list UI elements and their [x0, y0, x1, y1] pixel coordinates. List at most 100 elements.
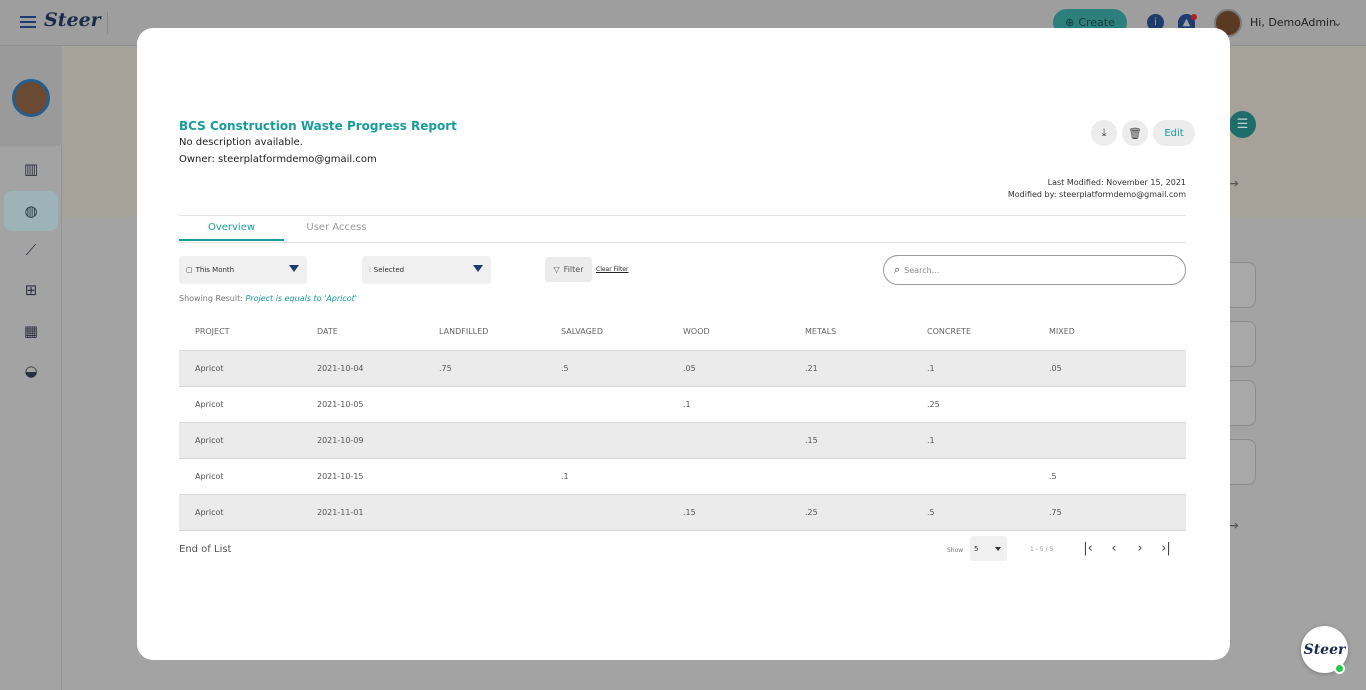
- download-icon: ⤓: [1101, 126, 1107, 139]
- showing-result-condition: Project is equals to 'Apricot': [245, 294, 358, 303]
- background-card: [1228, 439, 1256, 485]
- table-row[interactable]: Apricot 2021-11-01 .15 .25 .5 .75: [179, 495, 1186, 531]
- chevron-down-icon[interactable]: ⌄: [1333, 16, 1342, 29]
- table-cell: .21: [805, 364, 818, 373]
- alert-settings-icon[interactable]: ◒: [4, 351, 58, 391]
- chat-launcher-label: Steer: [1303, 641, 1346, 658]
- data-table: PROJECT DATE LANDFILLED SALVAGED WOOD ME…: [179, 313, 1186, 531]
- list-view-icon[interactable]: ☰: [1229, 111, 1256, 138]
- divider: [179, 215, 1186, 216]
- page-range: 1 - 5 / 5: [1030, 546, 1054, 553]
- table-cell: Apricot: [195, 364, 224, 373]
- first-page-icon[interactable]: |‹: [1080, 541, 1096, 556]
- page-size-label: Show: [947, 547, 964, 554]
- page-size-select[interactable]: 5: [970, 536, 1007, 561]
- active-tab-indicator: [179, 239, 284, 241]
- table-row[interactable]: Apricot 2021-10-04 .75 .5 .05 .21 .1 .05: [179, 351, 1186, 387]
- download-button[interactable]: ⤓: [1091, 120, 1117, 146]
- divider: [179, 242, 1186, 243]
- report-owner: Owner: steerplatformdemo@gmail.com: [179, 154, 377, 165]
- table-row[interactable]: Apricot 2021-10-15 .1 .5: [179, 459, 1186, 495]
- table-cell: .1: [927, 436, 935, 445]
- tab-user-access[interactable]: User Access: [284, 222, 389, 233]
- clear-filter-link[interactable]: Clear Filter: [596, 266, 628, 273]
- column-header[interactable]: DATE: [301, 327, 423, 336]
- table-cell: .1: [683, 400, 691, 409]
- globe-settings-icon[interactable]: ◍: [4, 191, 58, 231]
- library-icon[interactable]: ▥: [4, 149, 58, 189]
- online-status-dot: [1334, 663, 1345, 674]
- table-cell: .75: [439, 364, 452, 373]
- sliders-icon: ⫶: [369, 265, 371, 274]
- dashboard-icon[interactable]: ▦: [4, 311, 58, 351]
- table-cell: .25: [805, 508, 818, 517]
- table-cell: 2021-10-15: [317, 472, 364, 481]
- sidebar: ▥ ◍ ⟋ ⊞ ▦ ◒: [0, 46, 62, 690]
- table-cell: .5: [1049, 472, 1057, 481]
- sidebar-avatar[interactable]: [12, 79, 50, 117]
- column-header[interactable]: LANDFILLED: [423, 327, 545, 336]
- table-cell: .1: [927, 364, 935, 373]
- delete-button[interactable]: 🗑: [1122, 120, 1148, 146]
- table-row[interactable]: Apricot 2021-10-05 .1 .25: [179, 387, 1186, 423]
- last-page-icon[interactable]: ›|: [1158, 541, 1174, 556]
- notification-dot: [1191, 14, 1197, 20]
- report-title: BCS Construction Waste Progress Report: [179, 119, 457, 133]
- table-cell: .25: [927, 400, 940, 409]
- tab-overview[interactable]: Overview: [179, 222, 284, 233]
- hierarchy-icon[interactable]: ⊞: [4, 270, 58, 310]
- table-cell: .75: [1049, 508, 1062, 517]
- column-header[interactable]: WOOD: [667, 327, 789, 336]
- column-header[interactable]: PROJECT: [179, 327, 301, 336]
- table-cell: .1: [561, 472, 569, 481]
- background-card: [1228, 321, 1256, 367]
- brand-logo: Steer: [44, 9, 101, 31]
- period-select-value: This Month: [195, 266, 235, 274]
- search-input[interactable]: [904, 265, 1165, 275]
- column-header[interactable]: MIXED: [1033, 327, 1155, 336]
- table-cell: .5: [561, 364, 569, 373]
- funnel-icon: ▽: [553, 265, 560, 274]
- table-cell: .5: [927, 508, 935, 517]
- table-cell: Apricot: [195, 400, 224, 409]
- end-of-list-label: End of List: [179, 544, 232, 555]
- modified-by: Modified by: steerplatformdemo@gmail.com: [1007, 190, 1186, 199]
- table-cell: 2021-10-04: [317, 364, 364, 373]
- table-cell: Apricot: [195, 508, 224, 517]
- previous-page-icon[interactable]: ‹: [1106, 541, 1122, 556]
- showing-result-prefix: Showing Result:: [179, 294, 243, 303]
- user-greeting: Hi, DemoAdmin: [1250, 16, 1337, 29]
- next-page-icon[interactable]: ›: [1132, 541, 1148, 556]
- column-header[interactable]: METALS: [789, 327, 911, 336]
- table-row[interactable]: Apricot 2021-10-09 .15 .1: [179, 423, 1186, 459]
- period-select[interactable]: ▢ This Month: [179, 256, 307, 284]
- modified-info: Last Modified: November 15, 2021 Modifie…: [1008, 177, 1186, 201]
- table-cell: 2021-10-09: [317, 436, 364, 445]
- brand-divider: [107, 12, 108, 34]
- table-cell: .15: [805, 436, 818, 445]
- chart-trend-icon[interactable]: ⟋: [4, 230, 58, 270]
- table-cell: Apricot: [195, 436, 224, 445]
- column-header[interactable]: CONCRETE: [911, 327, 1033, 336]
- background-card: [1228, 262, 1256, 308]
- table-cell: .15: [683, 508, 696, 517]
- columns-select[interactable]: ⫶ Selected: [362, 256, 491, 284]
- table-cell: .05: [683, 364, 696, 373]
- report-description: No description available.: [179, 137, 303, 148]
- filter-button[interactable]: ▽ Filter: [545, 257, 592, 282]
- edit-button[interactable]: Edit: [1153, 120, 1195, 146]
- caret-down-icon: [995, 547, 1001, 551]
- search-field[interactable]: ⌕: [883, 255, 1186, 285]
- table-cell: 2021-10-05: [317, 400, 364, 409]
- page-size-value: 5: [974, 544, 979, 553]
- table-header: PROJECT DATE LANDFILLED SALVAGED WOOD ME…: [179, 313, 1186, 351]
- last-modified: Last Modified: November 15, 2021: [1047, 178, 1186, 187]
- table-cell: .05: [1049, 364, 1062, 373]
- background-card: [1228, 380, 1256, 426]
- filter-button-label: Filter: [563, 265, 584, 274]
- caret-down-icon: [289, 265, 299, 272]
- report-modal: BCS Construction Waste Progress Report N…: [137, 28, 1230, 660]
- column-header[interactable]: SALVAGED: [545, 327, 667, 336]
- hamburger-menu-icon[interactable]: [20, 16, 36, 28]
- table-cell: Apricot: [195, 472, 224, 481]
